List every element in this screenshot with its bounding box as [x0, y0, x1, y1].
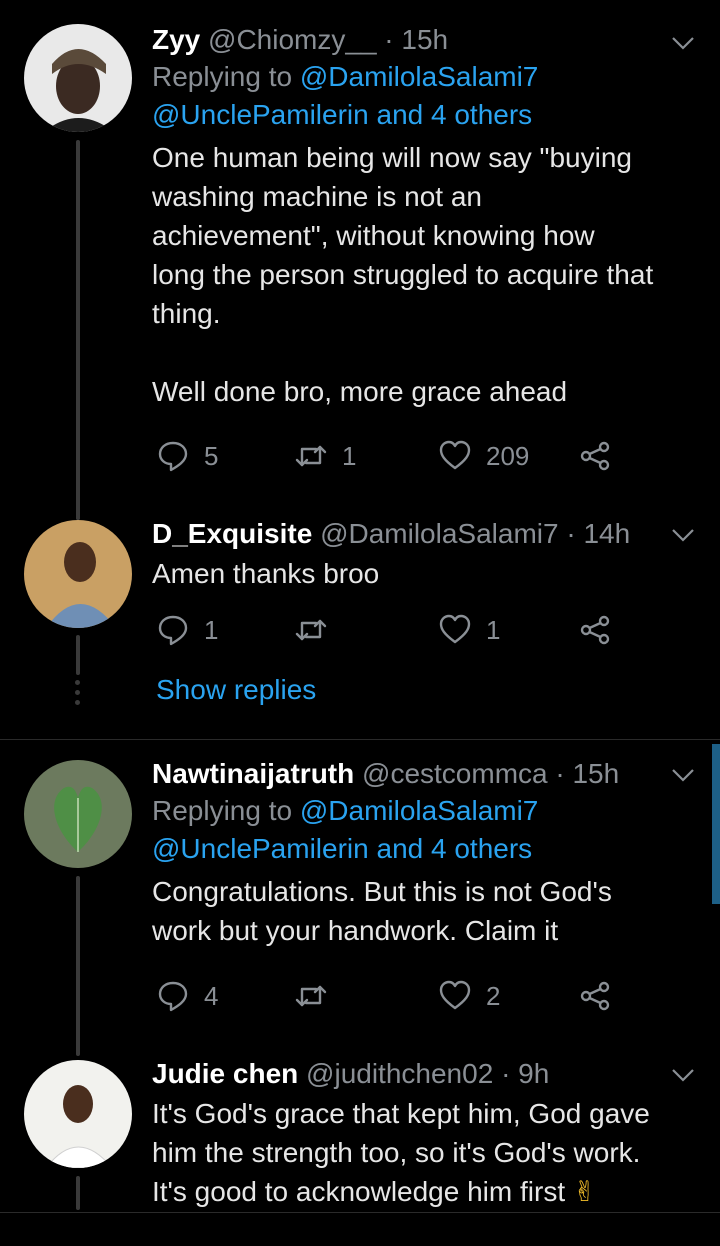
like-button[interactable]: 1 — [438, 610, 500, 650]
tweet-text: One human being will now say "buying was… — [152, 142, 654, 407]
separator: · — [384, 24, 394, 55]
separator: · — [501, 1058, 511, 1089]
share-button[interactable] — [578, 436, 612, 476]
replying-to: Replying to @DamilolaSalami7 — [152, 792, 696, 830]
victory-hand-emoji: ✌ — [572, 1176, 597, 1207]
thread-continuation-dots — [75, 680, 81, 710]
tweet-header: Zyy @Chiomzy__ · 15h — [152, 22, 696, 58]
timestamp[interactable]: 9h — [518, 1058, 549, 1089]
replying-to-user-link[interactable]: @DamilolaSalami7 — [300, 61, 539, 92]
like-icon — [439, 440, 471, 470]
replying-to-label: Replying to — [152, 61, 293, 92]
user-handle[interactable]: @Chiomzy__ — [208, 24, 376, 55]
display-name[interactable]: Judie chen — [152, 1058, 298, 1089]
share-icon — [580, 981, 610, 1011]
timestamp[interactable]: 15h — [401, 24, 448, 55]
replying-to-user-link[interactable]: @DamilolaSalami7 — [300, 795, 539, 826]
show-replies-link[interactable]: Show replies — [156, 674, 316, 706]
thread-line — [76, 635, 80, 675]
tweet-header: D_Exquisite @DamilolaSalami7 · 14h — [152, 516, 696, 552]
retweet-icon — [295, 985, 327, 1007]
like-button[interactable]: 209 — [438, 436, 529, 476]
separator: · — [555, 758, 565, 789]
like-count: 2 — [486, 980, 501, 1011]
tweet-zyy[interactable]: Zyy @Chiomzy__ · 15h Replying to @Damilo… — [0, 0, 720, 520]
like-button[interactable]: 2 — [438, 976, 500, 1016]
reply-button[interactable]: 5 — [156, 436, 218, 476]
like-icon — [439, 614, 471, 644]
reply-icon — [158, 615, 188, 646]
retweet-button[interactable] — [294, 976, 328, 1016]
like-icon — [439, 980, 471, 1010]
like-count: 209 — [486, 440, 530, 471]
reply-count: 4 — [204, 980, 219, 1011]
tweet-text: It's God's grace that kept him, God gave… — [152, 1094, 696, 1211]
chevron-down-icon[interactable] — [670, 522, 696, 548]
replying-to-others-link[interactable]: @UnclePamilerin and 4 others — [152, 99, 532, 130]
like-count: 1 — [486, 614, 501, 645]
retweet-icon — [295, 619, 327, 641]
timestamp[interactable]: 15h — [572, 758, 619, 789]
chevron-down-icon[interactable] — [670, 30, 696, 56]
chevron-down-icon[interactable] — [670, 1062, 696, 1088]
chevron-down-icon[interactable] — [670, 762, 696, 788]
share-icon — [580, 615, 610, 645]
user-handle[interactable]: @judithchen02 — [306, 1058, 493, 1089]
reply-count: 1 — [204, 614, 219, 645]
replying-to-others-link[interactable]: @UnclePamilerin and 4 others — [152, 833, 532, 864]
avatar[interactable] — [24, 1060, 132, 1168]
reply-icon — [158, 981, 188, 1012]
tweet-nawtinaijatruth[interactable]: Nawtinaijatruth @cestcommca · 15h Replyi… — [0, 740, 720, 1056]
timestamp[interactable]: 14h — [583, 518, 630, 549]
replying-to: Replying to @DamilolaSalami7 — [152, 58, 696, 96]
tweet-d-exquisite[interactable]: D_Exquisite @DamilolaSalami7 · 14h Amen … — [0, 500, 720, 736]
display-name[interactable]: D_Exquisite — [152, 518, 312, 549]
thread-line — [76, 1176, 80, 1210]
thread-line — [76, 876, 80, 1056]
reply-count: 5 — [204, 440, 219, 471]
tweet-text: Amen thanks broo — [152, 558, 380, 589]
replying-to-label: Replying to — [152, 795, 293, 826]
reply-button[interactable]: 4 — [156, 976, 218, 1016]
user-handle[interactable]: @DamilolaSalami7 — [320, 518, 559, 549]
tweet-header: Judie chen @judithchen02 · 9h — [152, 1056, 696, 1092]
thread-line — [76, 500, 80, 520]
avatar[interactable] — [24, 760, 132, 868]
thread-line — [76, 140, 80, 520]
share-button[interactable] — [578, 976, 612, 1016]
share-icon — [580, 441, 610, 471]
display-name[interactable]: Nawtinaijatruth — [152, 758, 354, 789]
user-handle[interactable]: @cestcommca — [362, 758, 548, 789]
bottom-divider — [0, 1212, 720, 1213]
display-name[interactable]: Zyy — [152, 24, 200, 55]
retweet-button[interactable]: 1 — [294, 436, 356, 476]
retweet-icon — [295, 445, 327, 467]
separator: · — [566, 518, 576, 549]
share-button[interactable] — [578, 610, 612, 650]
avatar[interactable] — [24, 24, 132, 132]
retweet-count: 1 — [342, 440, 357, 471]
reply-button[interactable]: 1 — [156, 610, 218, 650]
retweet-button[interactable] — [294, 610, 328, 650]
tweet-text: Congratulations. But this is not God's w… — [152, 876, 612, 946]
tweet-judie-chen[interactable]: Judie chen @judithchen02 · 9h It's God's… — [0, 1056, 720, 1246]
tweet-header: Nawtinaijatruth @cestcommca · 15h — [152, 756, 696, 792]
avatar[interactable] — [24, 520, 132, 628]
reply-icon — [158, 441, 188, 472]
